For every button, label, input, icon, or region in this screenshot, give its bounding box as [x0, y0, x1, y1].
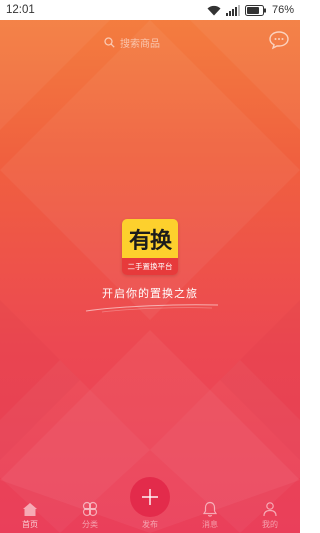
signal-icon	[225, 4, 240, 16]
home-icon	[23, 503, 37, 516]
slogan-underline-swoosh	[85, 304, 219, 313]
tab-category[interactable]: 分类	[60, 491, 120, 533]
battery-percent: 76%	[271, 4, 294, 16]
search-placeholder: 搜索商品	[120, 38, 160, 50]
app-logo: 有换 二手置换平台	[122, 219, 178, 275]
search-icon	[104, 36, 115, 48]
tab-messages-label: 消息	[202, 520, 218, 529]
status-bar: 12:01 76%	[0, 0, 300, 20]
status-time: 12:01	[6, 4, 35, 16]
category-icon	[82, 501, 98, 517]
search-bar[interactable]: 搜索商品	[104, 33, 160, 51]
splash-screen: 12:01 76% 搜索商品 有换 二手置换平台 开启你的置换之旅 首页 分类 …	[0, 0, 300, 533]
tab-home[interactable]: 首页	[0, 491, 60, 533]
tab-category-label: 分类	[82, 520, 98, 529]
publish-button[interactable]	[130, 477, 170, 517]
tab-profile[interactable]: 我的	[240, 491, 300, 533]
logo-subtitle: 二手置换平台	[122, 258, 178, 275]
battery-icon	[244, 4, 266, 16]
wifi-icon	[207, 5, 221, 15]
tab-home-label: 首页	[22, 520, 38, 529]
tab-messages[interactable]: 消息	[180, 491, 240, 533]
chat-bubble-icon[interactable]	[268, 30, 290, 50]
bell-icon	[202, 501, 218, 517]
tab-publish-label: 发布	[142, 520, 158, 529]
user-icon	[263, 502, 277, 517]
plus-icon	[142, 489, 158, 505]
slogan-text: 开启你的置换之旅	[102, 287, 198, 300]
tab-profile-label: 我的	[262, 520, 278, 529]
logo-title: 有换	[122, 219, 178, 258]
